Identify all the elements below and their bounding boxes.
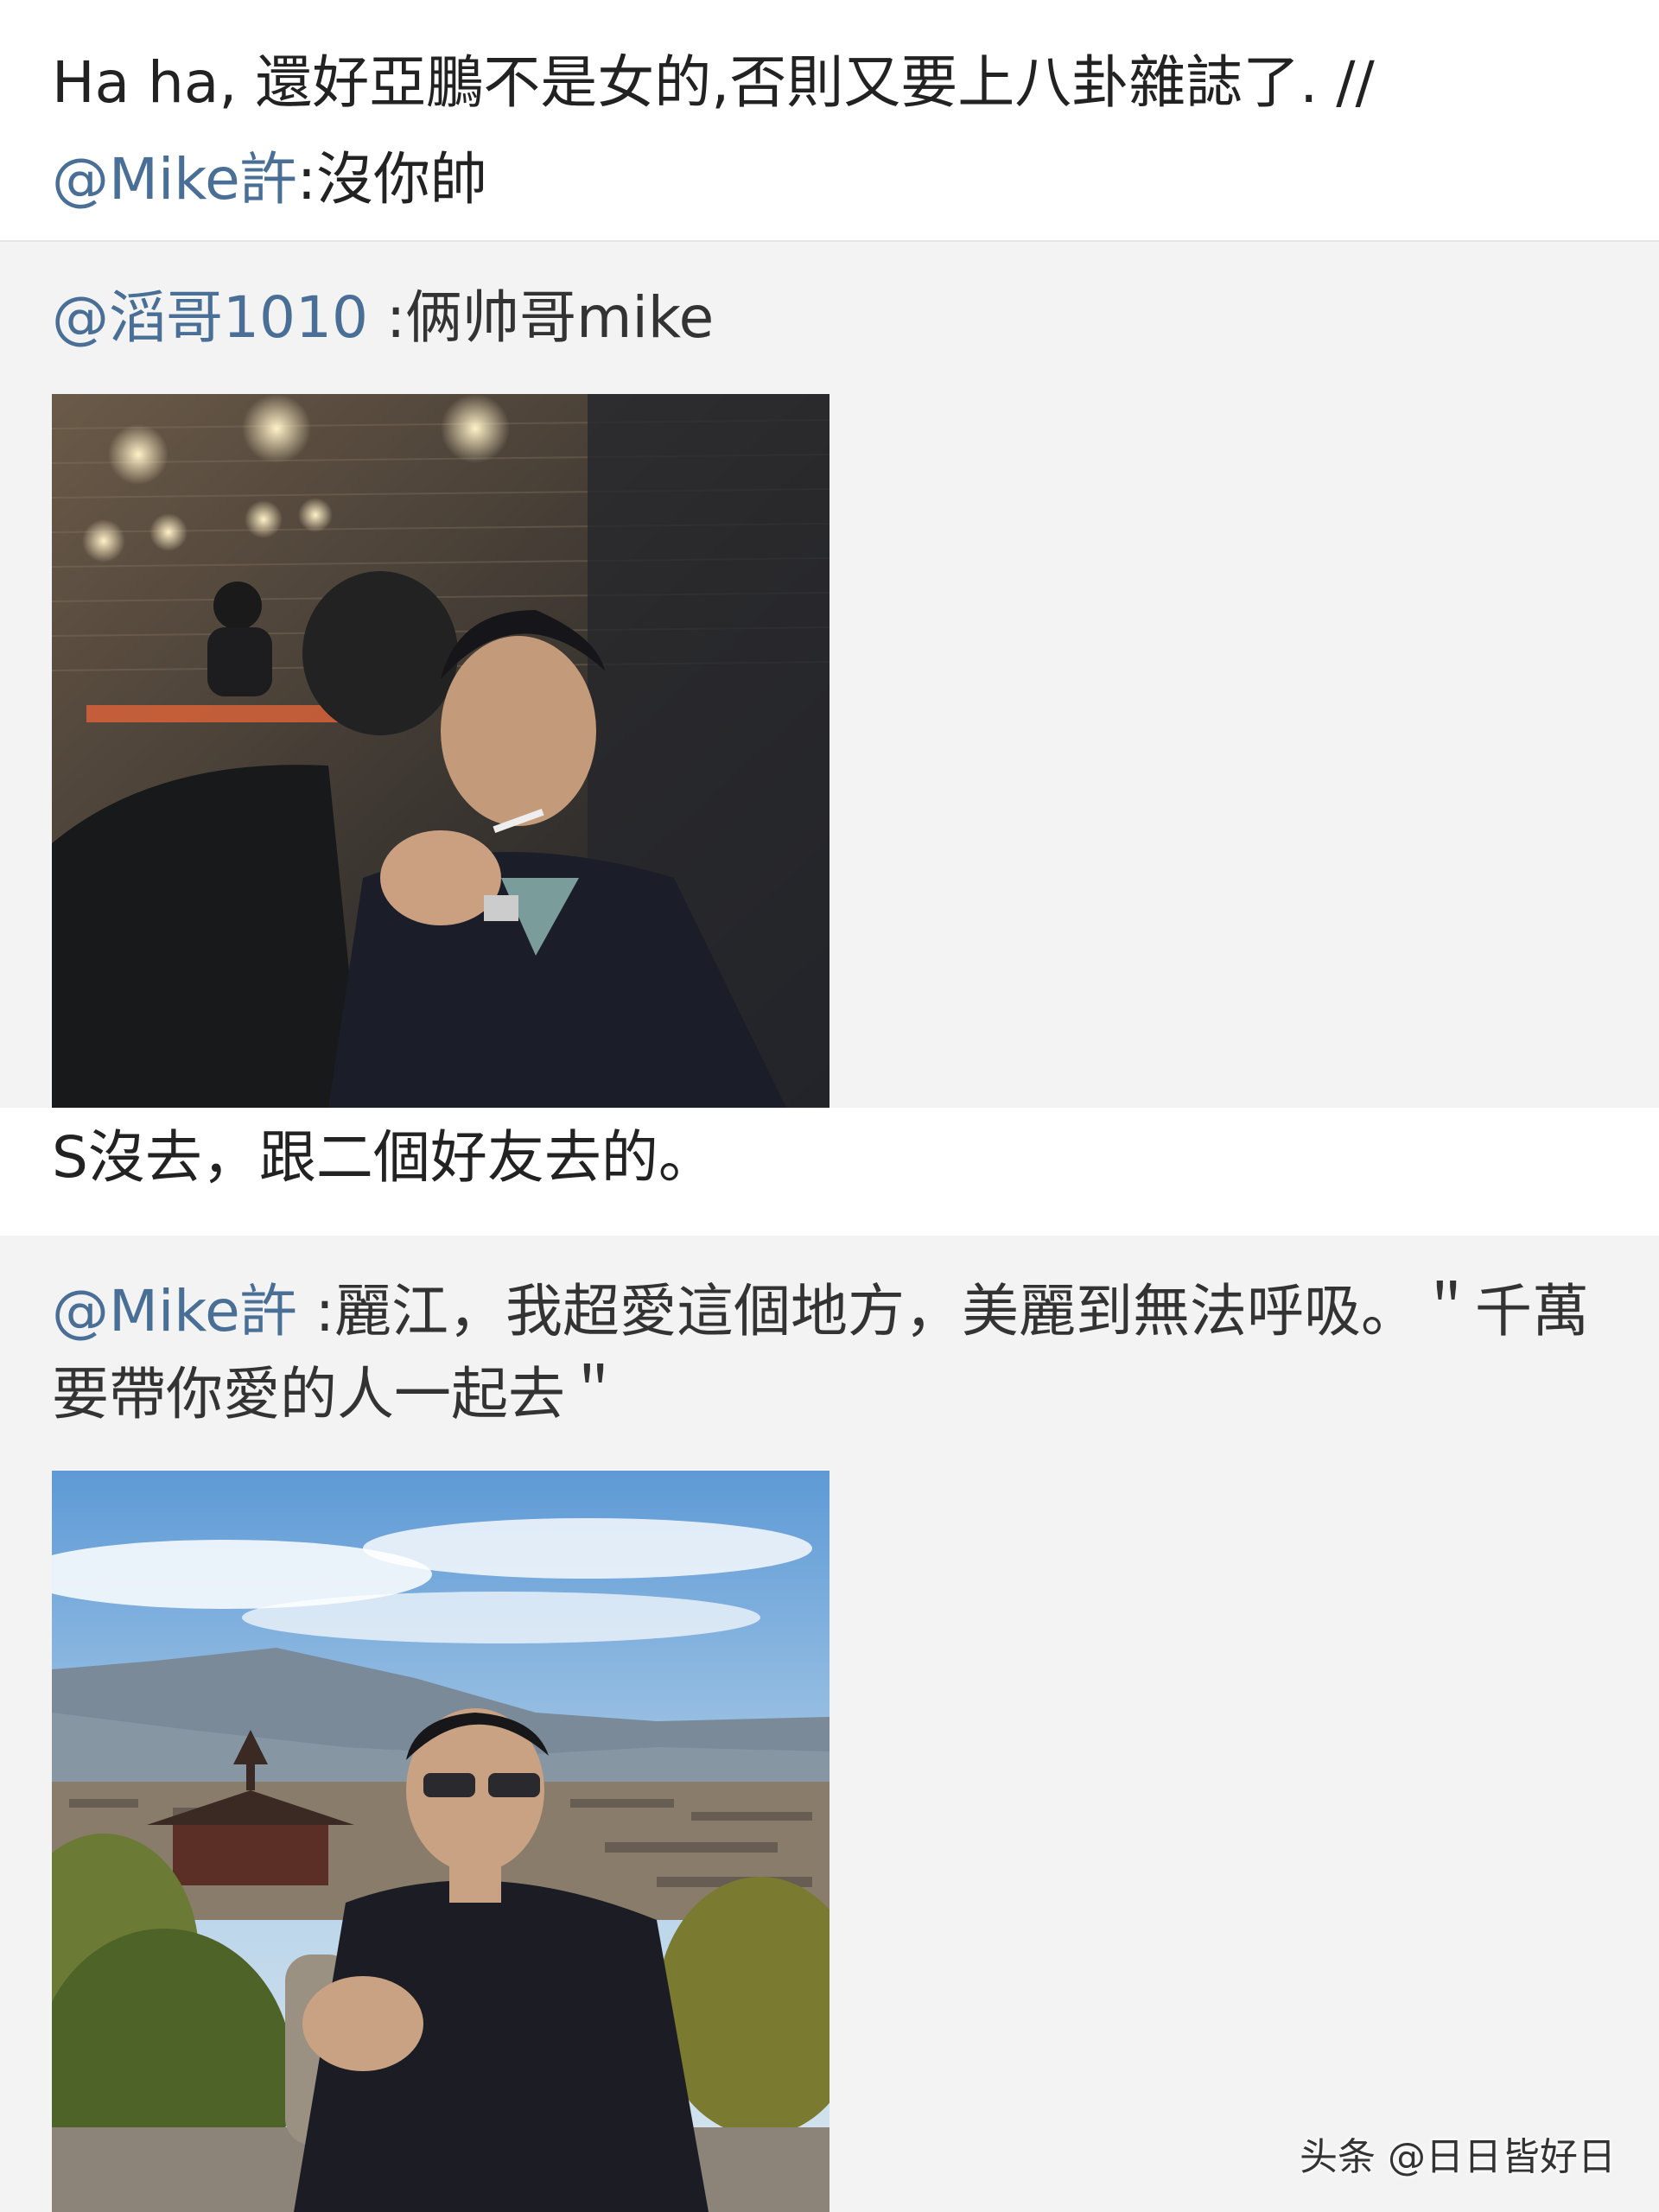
mention-reply-text: :沒你帥 [296, 146, 488, 213]
lijiang-image [52, 1471, 830, 2212]
mention-link[interactable]: @Mike許 [52, 146, 297, 213]
repost-card[interactable]: @滔哥1010 :俩帅哥mike [0, 244, 1659, 1108]
repost-card[interactable]: @Mike許 :麗江，我超愛這個地方，美麗到無法呼吸。＂千萬要帶你愛的人一起去＂ [0, 1236, 1659, 2212]
repost-photo[interactable] [52, 394, 830, 1108]
repost-text: :俩帅哥mike [367, 284, 715, 351]
bar-scene-image [52, 394, 830, 1108]
repost-header: @Mike許 :麗江，我超愛這個地方，美麗到無法呼吸。＂千萬要帶你愛的人一起去＂ [52, 1270, 1607, 1436]
repost-photo[interactable] [52, 1471, 830, 2212]
post-caption: S沒去，跟二個好友去的。 [52, 1124, 715, 1191]
post-text: Ha ha, 還好亞鵬不是女的,否則又要上八卦雜誌了. // @Mike許:沒你… [52, 35, 1607, 228]
post-body: Ha ha, 還好亞鵬不是女的,否則又要上八卦雜誌了. // [52, 49, 1375, 116]
repost-header: @滔哥1010 :俩帅哥mike [52, 276, 1607, 359]
watermark: 头条 @日日皆好日 [1300, 2135, 1616, 2179]
mention-link[interactable]: @Mike許 [52, 1278, 297, 1344]
post-card: Ha ha, 還好亞鵬不是女的,否則又要上八卦雜誌了. // @Mike許:沒你… [0, 0, 1659, 242]
mention-link[interactable]: @滔哥1010 [52, 284, 368, 351]
